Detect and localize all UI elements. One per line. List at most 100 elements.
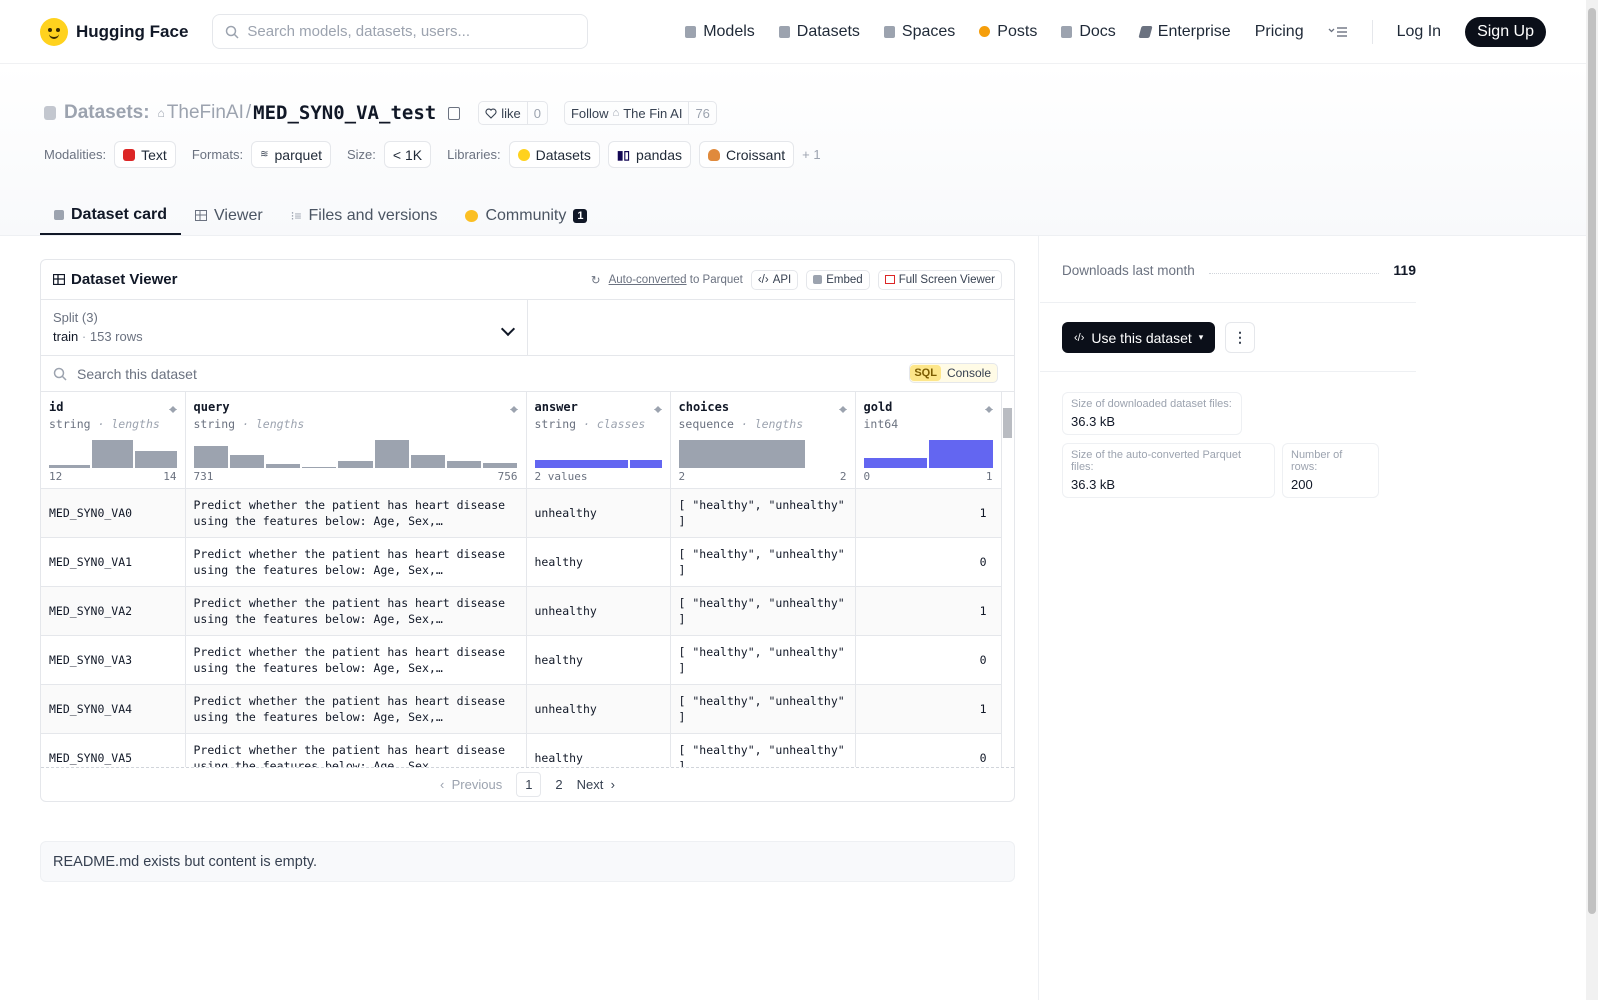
tag-size[interactable]: < 1K <box>383 141 432 168</box>
api-button[interactable]: ‹/› API <box>750 269 799 290</box>
table-row[interactable]: MED_SYN0_VA3 Predict whether the patient … <box>41 635 1002 685</box>
table-scrollbar[interactable] <box>1002 398 1012 758</box>
cell-query[interactable]: Predict whether the patient has heart di… <box>185 635 527 685</box>
column-header-id[interactable]: id string · lengths 12 14 <box>41 392 186 489</box>
cell-answer[interactable]: unhealthy <box>526 586 671 636</box>
page-scrollbar-thumb[interactable] <box>1588 8 1596 914</box>
nav-more-menu[interactable] <box>1328 25 1348 39</box>
cell-gold[interactable]: 1 <box>855 684 1002 734</box>
tag-modality[interactable]: Text <box>114 141 176 168</box>
auto-converted-link[interactable]: Auto-converted to Parquet <box>609 274 743 286</box>
cell-query[interactable]: Predict whether the patient has heart di… <box>185 733 527 767</box>
table-row[interactable]: MED_SYN0_VA5 Predict whether the patient … <box>41 733 1002 767</box>
cell-answer[interactable]: unhealthy <box>526 684 671 734</box>
cell-gold[interactable]: 1 <box>855 586 1002 636</box>
cell-answer[interactable]: healthy <box>526 733 671 767</box>
cell-id[interactable]: MED_SYN0_VA5 <box>41 733 186 767</box>
sort-icon[interactable] <box>653 402 662 414</box>
histogram-bar[interactable] <box>302 466 337 468</box>
copy-icon[interactable] <box>448 106 461 120</box>
histogram-bar[interactable] <box>863 458 927 468</box>
table-row[interactable]: MED_SYN0_VA0 Predict whether the patient … <box>41 488 1002 538</box>
tag-library-pandas[interactable]: ▮▯ pandas <box>607 141 691 168</box>
owner-link[interactable]: TheFinAI <box>167 102 244 124</box>
signup-button[interactable]: Sign Up <box>1465 16 1546 47</box>
histogram-bar[interactable] <box>49 465 91 468</box>
nav-pricing[interactable]: Pricing <box>1255 23 1304 41</box>
histogram-bar[interactable] <box>630 460 662 468</box>
tab-dataset-card[interactable]: Dataset card <box>40 196 182 235</box>
nav-posts[interactable]: Posts <box>979 23 1037 41</box>
histogram-bar[interactable] <box>678 440 805 468</box>
brand-logo[interactable]: Hugging Face <box>40 17 188 46</box>
cell-gold[interactable]: 0 <box>855 733 1002 767</box>
tab-viewer[interactable]: Viewer <box>181 196 277 235</box>
cell-query[interactable]: Predict whether the patient has heart di… <box>185 537 527 587</box>
cell-choices[interactable]: [ "healthy", "unhealthy" ] <box>670 684 856 734</box>
cell-id[interactable]: MED_SYN0_VA4 <box>41 684 186 734</box>
search-input[interactable]: Search models, datasets, users... <box>212 14 589 49</box>
histogram-bar[interactable] <box>447 461 482 468</box>
sort-icon[interactable] <box>509 402 518 414</box>
nav-docs[interactable]: Docs <box>1061 23 1116 41</box>
more-libraries[interactable]: + 1 <box>802 147 820 162</box>
histogram-bar[interactable] <box>229 455 264 468</box>
tag-library-croissant[interactable]: Croissant <box>698 141 795 168</box>
cell-gold[interactable]: 1 <box>855 488 1002 538</box>
tab-community[interactable]: Community 1 <box>451 196 601 235</box>
nav-enterprise[interactable]: Enterprise <box>1138 23 1231 41</box>
histogram-bar[interactable] <box>135 451 177 468</box>
cell-answer[interactable]: healthy <box>526 635 671 685</box>
like-button[interactable]: like 0 <box>478 101 548 125</box>
histogram-bar[interactable] <box>193 445 228 468</box>
histogram-bar[interactable] <box>338 461 373 468</box>
tag-library-datasets[interactable]: Datasets <box>508 141 600 168</box>
column-header-gold[interactable]: gold int64 0 1 <box>855 392 1002 489</box>
page-scrollbar[interactable] <box>1586 0 1598 1000</box>
table-scrollbar-thumb[interactable] <box>1003 408 1012 438</box>
login-link[interactable]: Log In <box>1397 23 1441 41</box>
cell-query[interactable]: Predict whether the patient has heart di… <box>185 488 527 538</box>
cell-gold[interactable]: 0 <box>855 635 1002 685</box>
use-this-dataset-button[interactable]: ‹/› Use this dataset ▾ <box>1062 322 1216 353</box>
sort-icon[interactable] <box>168 402 177 414</box>
histogram-bar[interactable] <box>410 455 446 468</box>
table-row[interactable]: MED_SYN0_VA1 Predict whether the patient … <box>41 537 1002 587</box>
cell-answer[interactable]: healthy <box>526 537 671 587</box>
sql-console-button[interactable]: SQL Console <box>909 363 998 383</box>
nav-spaces[interactable]: Spaces <box>883 23 955 41</box>
histogram-bar[interactable] <box>374 440 409 468</box>
embed-button[interactable]: Embed <box>806 269 870 290</box>
data-table-scroll[interactable]: id string · lengths 12 14 query string · leng… <box>41 392 1014 768</box>
previous-page-button[interactable]: ‹ Previous <box>440 777 502 792</box>
cell-choices[interactable]: [ "healthy", "unhealthy" ] <box>670 586 856 636</box>
cell-id[interactable]: MED_SYN0_VA3 <box>41 635 186 685</box>
cell-choices[interactable]: [ "healthy", "unhealthy" ] <box>670 488 856 538</box>
nav-datasets[interactable]: Datasets <box>778 23 860 41</box>
column-header-query[interactable]: query string · lengths 731 756 <box>185 392 527 489</box>
column-header-answer[interactable]: answer string · classes 2 values <box>526 392 671 489</box>
section-link[interactable]: Datasets: <box>64 102 150 124</box>
nav-models[interactable]: Models <box>685 23 755 41</box>
tag-format[interactable]: ≋ parquet <box>251 141 331 168</box>
follow-button[interactable]: Follow ⌂ The Fin AI 76 <box>563 101 717 125</box>
histogram-bar[interactable] <box>483 462 518 468</box>
cell-query[interactable]: Predict whether the patient has heart di… <box>185 586 527 636</box>
dataset-search-input[interactable]: Search this dataset SQL Console <box>41 356 1014 392</box>
table-row[interactable]: MED_SYN0_VA4 Predict whether the patient … <box>41 684 1002 734</box>
histogram-bar[interactable] <box>534 460 629 468</box>
tab-files[interactable]: ⁝≡ Files and versions <box>277 196 452 235</box>
cell-id[interactable]: MED_SYN0_VA1 <box>41 537 186 587</box>
histogram-bar[interactable] <box>265 463 301 468</box>
column-header-choices[interactable]: choices sequence · lengths 2 2 <box>670 392 856 489</box>
cell-answer[interactable]: unhealthy <box>526 488 671 538</box>
split-select[interactable]: Split (3) train · 153 rows <box>41 300 528 355</box>
page-1-button[interactable]: 1 <box>516 772 542 797</box>
more-options-button[interactable]: ⋮ <box>1225 322 1255 353</box>
page-2-button[interactable]: 2 <box>555 777 562 792</box>
table-row[interactable]: MED_SYN0_VA2 Predict whether the patient … <box>41 586 1002 636</box>
cell-id[interactable]: MED_SYN0_VA0 <box>41 488 186 538</box>
histogram-bar[interactable] <box>92 440 134 468</box>
sort-icon[interactable] <box>984 402 993 414</box>
cell-gold[interactable]: 0 <box>855 537 1002 587</box>
